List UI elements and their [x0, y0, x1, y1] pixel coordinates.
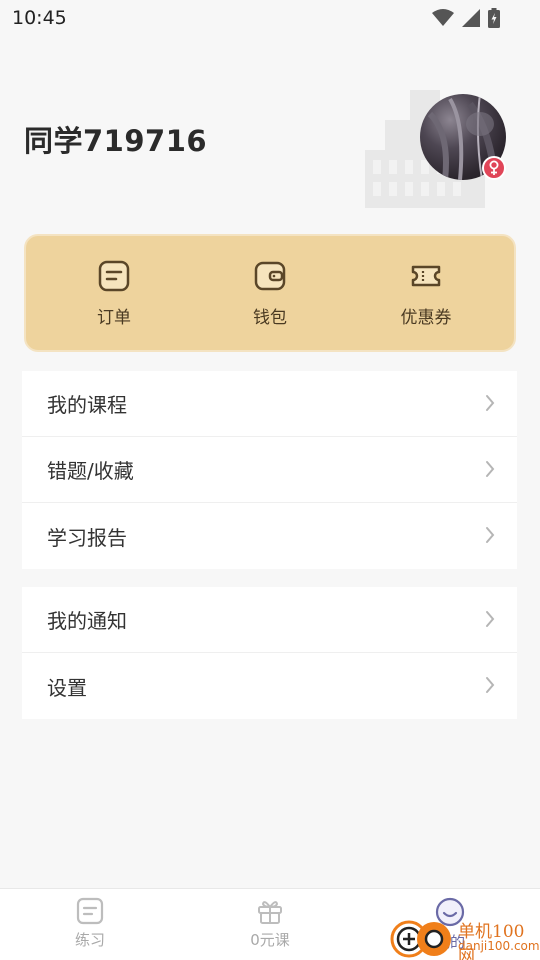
quick-actions-card: 订单 钱包 优惠券 [24, 234, 516, 352]
menu-group-study: 我的课程 错题/收藏 学习报告 [22, 371, 517, 569]
tab-label: 0元课 [250, 931, 290, 949]
order-button[interactable]: 订单 [49, 259, 179, 328]
status-icons [432, 8, 500, 28]
status-bar: 10:45 [0, 0, 540, 38]
wallet-button[interactable]: 钱包 [205, 259, 335, 328]
username[interactable]: 同学719716 [24, 118, 207, 160]
menu-item-settings[interactable]: 设置 [22, 653, 517, 719]
chevron-right-icon [485, 460, 495, 482]
female-icon [482, 156, 506, 180]
wallet-icon [253, 259, 287, 303]
menu-group-system: 我的通知 设置 [22, 587, 517, 719]
watermark: 单机100网 danji100.com [390, 915, 540, 960]
tab-practice[interactable]: 练习 [30, 897, 150, 950]
tab-label: 练习 [74, 931, 105, 949]
chevron-right-icon [485, 676, 495, 698]
cellular-signal-icon [462, 9, 480, 27]
chevron-right-icon [485, 526, 495, 548]
watermark-url: danji100.com [458, 939, 540, 953]
status-time: 10:45 [12, 7, 67, 29]
tab-free-course[interactable]: 0元课 [210, 897, 330, 950]
menu-item-label: 设置 [47, 675, 87, 700]
menu-item-my-courses[interactable]: 我的课程 [22, 371, 517, 437]
profile-screen: 10:45 同学719716 订单 钱包 优惠券 我的课程 错题/收藏 学习报告… [0, 0, 540, 960]
menu-item-label: 我的通知 [47, 609, 127, 633]
menu-item-label: 错题/收藏 [47, 459, 134, 483]
menu-item-label: 我的课程 [47, 393, 127, 417]
wallet-label: 钱包 [253, 307, 287, 328]
wifi-icon [432, 9, 454, 27]
practice-icon [76, 897, 104, 929]
menu-item-label: 学习报告 [47, 525, 127, 550]
menu-item-mistakes-favorites[interactable]: 错题/收藏 [22, 437, 517, 503]
coupon-label: 优惠券 [400, 307, 452, 328]
chevron-right-icon [485, 394, 495, 416]
coupon-icon [409, 259, 443, 303]
chevron-right-icon [485, 610, 495, 632]
battery-charging-icon [488, 8, 500, 28]
order-icon [97, 259, 131, 303]
coupon-button[interactable]: 优惠券 [361, 259, 491, 328]
menu-item-study-report[interactable]: 学习报告 [22, 503, 517, 569]
gift-icon [256, 897, 284, 929]
profile-header: 同学719716 [0, 80, 540, 210]
watermark-logo-icon [390, 917, 454, 960]
menu-item-notifications[interactable]: 我的通知 [22, 587, 517, 653]
order-label: 订单 [97, 307, 131, 328]
